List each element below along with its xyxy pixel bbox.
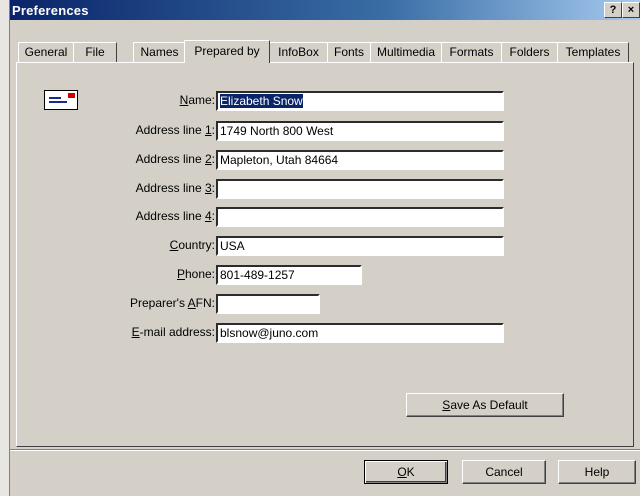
background-window-edge	[0, 0, 10, 496]
name-label: Name:	[179, 93, 215, 107]
tab-file[interactable]: File	[73, 42, 117, 62]
address-line-2-label: Address line 2:	[135, 152, 215, 166]
email-field[interactable]: blsnow@juno.com	[216, 323, 504, 343]
ok-button[interactable]: OK	[364, 460, 448, 484]
address-line-3-field[interactable]	[216, 179, 504, 199]
address-line-3-label: Address line 3:	[135, 181, 215, 195]
country-label: Country:	[169, 238, 215, 252]
address-line-4-label: Address line 4:	[135, 209, 215, 223]
address-line-4-field[interactable]	[216, 207, 504, 227]
tab-fonts[interactable]: Fonts	[327, 42, 371, 62]
address-line-1-label: Address line 1:	[135, 123, 215, 137]
tab-prepared-by[interactable]: Prepared by	[184, 40, 270, 63]
help-button[interactable]: Help	[558, 460, 636, 484]
help-icon[interactable]: ?	[604, 2, 622, 18]
tab-formats[interactable]: Formats	[441, 42, 502, 62]
business-card-icon	[44, 90, 78, 110]
title-bar[interactable]: Preferences ? ×	[10, 0, 640, 20]
tab-general[interactable]: General	[18, 42, 74, 62]
window-title: Preferences	[12, 3, 89, 18]
address-line-1-field[interactable]: 1749 North 800 West	[216, 121, 504, 141]
save-as-default-button[interactable]: Save As Default	[406, 393, 564, 417]
preferences-dialog: Preferences ? × General File Names Prepa…	[10, 0, 640, 496]
country-field[interactable]: USA	[216, 236, 504, 256]
tab-templates[interactable]: Templates	[557, 42, 629, 62]
tab-multimedia[interactable]: Multimedia	[370, 42, 442, 62]
email-label: E-mail address:	[131, 325, 215, 339]
phone-label: Phone:	[176, 267, 215, 281]
close-icon[interactable]: ×	[622, 2, 640, 18]
tab-strip: General File Names Prepared by InfoBox F…	[10, 40, 640, 63]
preparer-afn-label: Preparer's AFN:	[129, 296, 215, 310]
tab-names[interactable]: Names	[133, 42, 186, 62]
cancel-button[interactable]: Cancel	[462, 460, 546, 484]
preparer-afn-field[interactable]	[216, 294, 320, 314]
name-field[interactable]: Elizabeth Snow	[216, 91, 504, 111]
tab-folders[interactable]: Folders	[501, 42, 558, 62]
tab-infobox[interactable]: InfoBox	[269, 42, 328, 62]
button-separator	[10, 449, 640, 451]
phone-field[interactable]: 801-489-1257	[216, 265, 362, 285]
address-line-2-field[interactable]: Mapleton, Utah 84664	[216, 150, 504, 170]
